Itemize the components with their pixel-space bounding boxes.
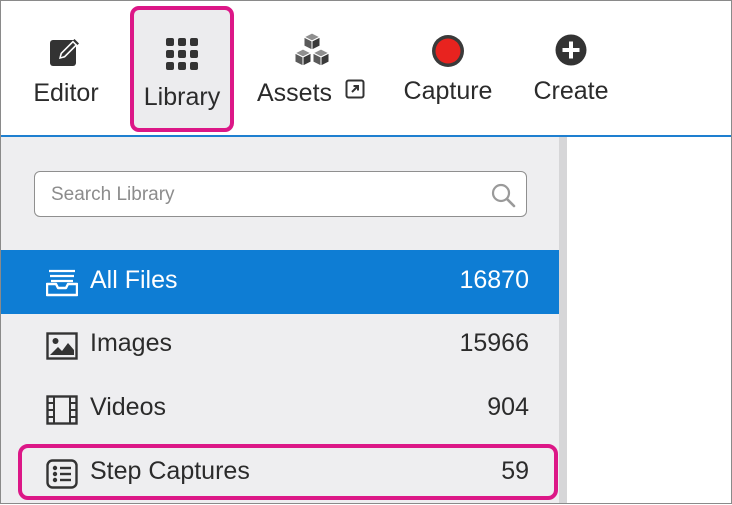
capture-tab[interactable]: Capture	[393, 1, 503, 135]
library-item-count: 16870	[459, 266, 529, 294]
assets-tab[interactable]: Assets	[249, 1, 375, 135]
library-item-videos[interactable]: Videos 904	[1, 377, 559, 441]
top-toolbar: Editor Library Assets Capture Create	[1, 1, 731, 137]
search-input[interactable]	[49, 172, 483, 217]
create-tab[interactable]: Create	[523, 1, 619, 135]
library-label: Library	[143, 83, 221, 111]
library-item-images[interactable]: Images 15966	[1, 313, 559, 377]
library-item-count: 15966	[459, 329, 529, 357]
editor-tab[interactable]: Editor	[21, 1, 111, 135]
cubes-icon	[292, 32, 332, 74]
library-item-label: All Files	[90, 266, 178, 294]
library-item-count: 59	[501, 457, 529, 485]
external-link-icon	[345, 77, 365, 106]
search-box	[34, 171, 527, 217]
plus-circle-icon	[555, 34, 587, 71]
image-icon	[46, 332, 78, 365]
inbox-icon	[45, 269, 79, 302]
library-item-label: Images	[90, 329, 172, 357]
editor-label: Editor	[33, 79, 99, 107]
edit-icon	[49, 37, 83, 74]
library-item-step-captures[interactable]: Step Captures 59	[1, 441, 559, 505]
create-label: Create	[533, 77, 609, 105]
library-tab[interactable]: Library	[130, 6, 234, 132]
app-window: Editor Library Assets Capture Create Sea…	[0, 0, 732, 504]
library-item-count: 904	[487, 393, 529, 421]
record-icon	[431, 34, 465, 73]
sidebar-scrollbar[interactable]	[559, 137, 567, 503]
film-icon	[46, 395, 78, 430]
checklist-icon	[46, 459, 78, 494]
library-item-label: Step Captures	[90, 457, 250, 485]
capture-label: Capture	[403, 77, 493, 105]
library-item-label: Videos	[90, 393, 166, 421]
search-icon[interactable]	[490, 182, 516, 213]
library-item-all-files[interactable]: All Files 16870	[1, 250, 559, 314]
assets-label: Assets	[257, 79, 333, 107]
grid-icon	[166, 38, 198, 75]
